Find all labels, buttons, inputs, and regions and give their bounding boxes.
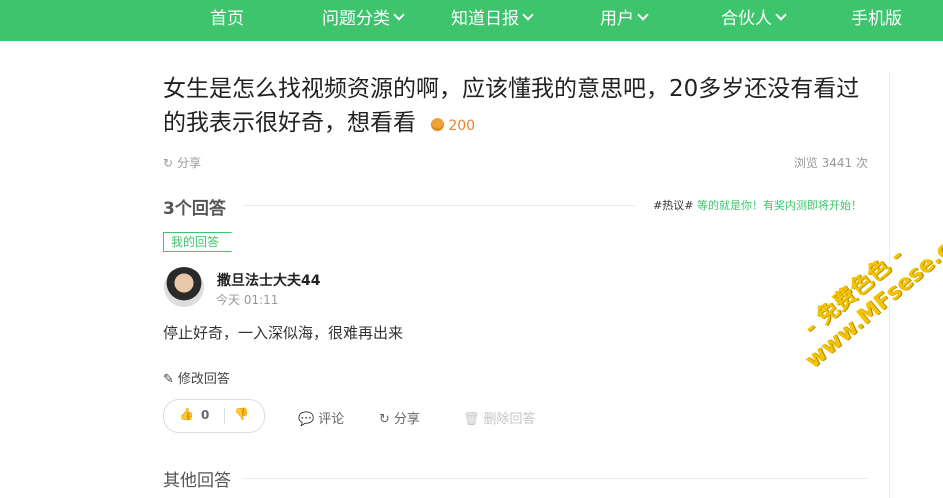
question-title-text: 女生是怎么找视频资源的啊，应该懂我的意思吧，20多岁还没有看过的我表示很好奇，想… xyxy=(163,76,860,136)
share-answer-label: 分享 xyxy=(393,412,420,427)
other-answers-heading: 其他回答 xyxy=(163,471,231,491)
pencil-icon: ✎ xyxy=(163,372,174,387)
answer-time: 今天 01:11 xyxy=(216,293,279,307)
share-icon: ↻ xyxy=(163,156,174,170)
trash-icon: 🗑 xyxy=(463,412,480,427)
nav-partners[interactable]: 合伙人 xyxy=(721,0,787,41)
my-answer-tag: 我的回答 xyxy=(163,232,233,252)
question-title: 女生是怎么找视频资源的啊，应该懂我的意思吧，20多岁还没有看过的我表示很好奇，想… xyxy=(163,72,878,143)
edit-answer-label: 修改回答 xyxy=(177,372,230,387)
share-answer-button[interactable]: ↻ 分享 xyxy=(379,408,420,427)
answers-count: 3个回答 xyxy=(163,199,226,219)
chevron-down-icon xyxy=(775,9,787,21)
upvote-count: 0 xyxy=(201,408,210,422)
question-share-label: 分享 xyxy=(177,156,202,170)
nav-categories[interactable]: 问题分类 xyxy=(322,0,405,41)
thumbs-up-icon[interactable]: 👍 xyxy=(179,407,194,421)
answer-content: 停止好奇，一入深似海，很难再出来 xyxy=(163,324,404,342)
hot-text: 等的就是你！有奖内测即将开始！ xyxy=(697,199,862,212)
nav-mobile-label: 手机版 xyxy=(851,9,902,29)
comment-button[interactable]: 💬 评论 xyxy=(298,408,344,427)
nav-daily[interactable]: 知道日报 xyxy=(451,0,534,41)
vote-separator xyxy=(224,408,225,424)
delete-answer-label: 删除回答 xyxy=(483,412,536,427)
nav-users[interactable]: 用户 xyxy=(600,0,649,41)
nav-home-label: 首页 xyxy=(210,9,244,29)
vote-control: 👍 0 👎 xyxy=(163,399,265,433)
comment-icon: 💬 xyxy=(298,412,315,427)
divider xyxy=(243,478,868,479)
share-icon: ↻ xyxy=(379,412,390,427)
hot-topic-banner[interactable]: #热议# 等的就是你！有奖内测即将开始！ xyxy=(653,197,862,213)
comment-label: 评论 xyxy=(318,412,345,427)
chevron-down-icon xyxy=(637,9,649,21)
reward-badge: 200 xyxy=(431,118,475,134)
avatar[interactable] xyxy=(164,267,204,307)
nav-partners-label: 合伙人 xyxy=(721,9,772,29)
nav-mobile[interactable]: 手机版 xyxy=(851,0,902,41)
view-count: 浏览 3441 次 xyxy=(793,156,868,170)
reward-value: 200 xyxy=(448,118,476,134)
hot-tag: #热议# xyxy=(653,199,694,212)
nav-users-label: 用户 xyxy=(600,9,634,29)
top-nav: 首页 问题分类 知道日报 用户 合伙人 手机版 xyxy=(0,0,943,41)
answer-username[interactable]: 撒旦法士大夫44 xyxy=(217,270,320,290)
coin-icon xyxy=(431,118,445,131)
delete-answer-button[interactable]: 🗑 删除回答 xyxy=(463,408,536,427)
chevron-down-icon xyxy=(522,9,534,21)
thumbs-down-icon[interactable]: 👎 xyxy=(234,407,249,421)
chevron-down-icon xyxy=(393,9,405,21)
nav-daily-label: 知道日报 xyxy=(451,9,519,29)
nav-home[interactable]: 首页 xyxy=(210,0,244,41)
watermark: - 免费色色 - www.MFsese.com xyxy=(780,208,943,374)
edit-answer-button[interactable]: ✎ 修改回答 xyxy=(163,368,230,387)
divider xyxy=(243,205,635,206)
question-share[interactable]: ↻ 分享 xyxy=(163,154,201,171)
nav-categories-label: 问题分类 xyxy=(322,9,390,29)
